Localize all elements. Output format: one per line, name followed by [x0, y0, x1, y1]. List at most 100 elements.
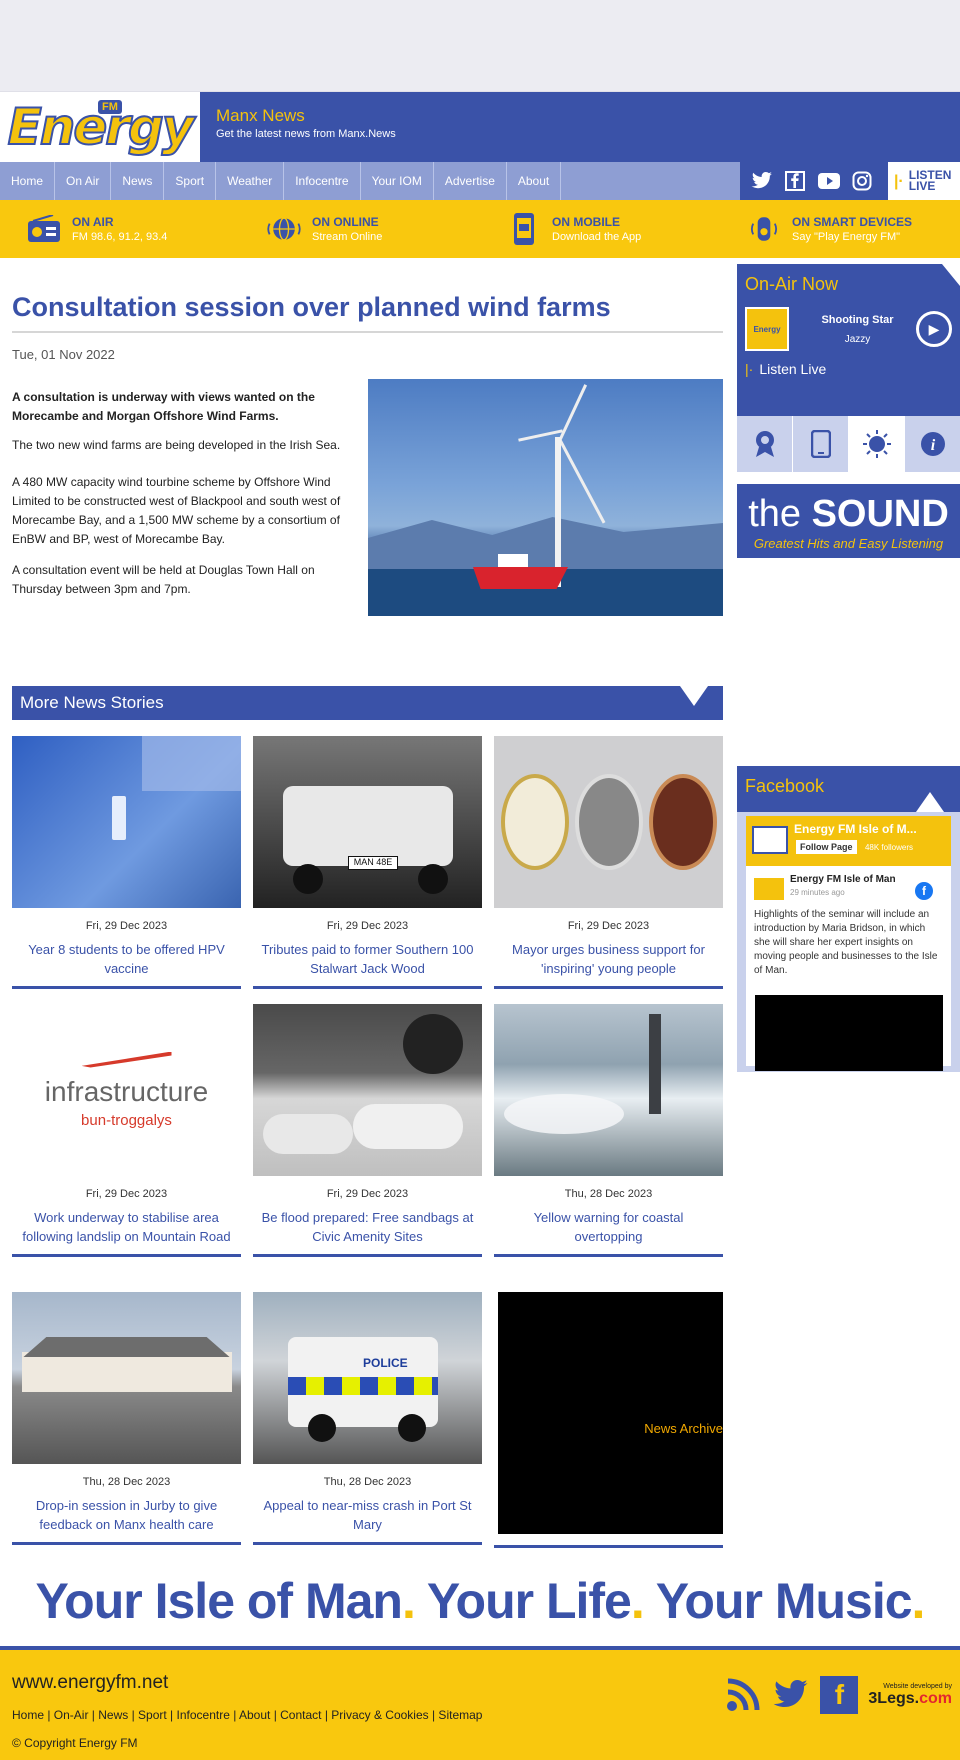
header-title: Manx News: [216, 106, 305, 125]
sound-logo-text: the SOUND: [748, 493, 949, 535]
top-blank-area: [0, 0, 960, 92]
nav-item-infocentre[interactable]: Infocentre: [284, 162, 361, 200]
site-footer: www.energyfm.net Home | On-Air | News | …: [0, 1650, 960, 1760]
news-date: Fri, 29 Dec 2023: [326, 920, 409, 932]
header-text: Manx News Get the latest news from Manx.…: [200, 92, 396, 162]
nav-item-about[interactable]: About: [507, 162, 562, 200]
news-title-link[interactable]: Yellow warning for coastal overtopping: [494, 1208, 723, 1254]
redacted-block: [498, 1292, 723, 1534]
award-badges-image: [494, 736, 723, 908]
nav-item-sport[interactable]: Sport: [164, 162, 217, 200]
listen-live-text: Listen Live: [759, 361, 827, 377]
developer-name: 3Legs.com: [868, 1689, 952, 1707]
infra-logo-word: infrastructure: [44, 1075, 209, 1107]
twitter-icon[interactable]: [750, 170, 773, 192]
health-centre-image: [12, 1292, 241, 1464]
nav-item-on-air[interactable]: On Air: [55, 162, 112, 200]
page-avatar: [752, 826, 788, 854]
wind-turbine-image: [368, 379, 723, 616]
facebook-icon[interactable]: [783, 170, 806, 192]
globe-icon: [266, 213, 302, 245]
article-paragraph: The two new wind farms are being develop…: [12, 438, 341, 452]
ribbon-icon[interactable]: [737, 416, 793, 472]
nav-item-home[interactable]: Home: [0, 162, 56, 200]
swoosh-icon: [81, 1051, 172, 1068]
facebook-logo-icon: f: [915, 882, 933, 900]
article-paragraph: A consultation event will be held at Dou…: [12, 563, 315, 596]
listen-live-button[interactable]: |· LISTEN LIVE: [887, 162, 960, 200]
news-title-link[interactable]: Year 8 students to be offered HPV vaccin…: [12, 940, 241, 986]
news-archive-link[interactable]: News Archive: [644, 1421, 723, 1436]
news-date: Thu, 28 Dec 2023: [564, 1188, 653, 1200]
listen-live-sidebar-link[interactable]: |· Listen Live: [737, 351, 960, 387]
site-header: Energy FM Manx News Get the latest news …: [0, 92, 960, 162]
station-on-online[interactable]: ON ONLINE Stream Online: [240, 213, 480, 245]
mobile-app-icon[interactable]: [793, 416, 849, 472]
article-lead: A consultation is underway with views wa…: [12, 390, 315, 423]
sandbags-image: [253, 1004, 482, 1176]
news-title-link[interactable]: Be flood prepared: Free sandbags at Civi…: [253, 1208, 482, 1254]
news-card[interactable]: Thu, 28 Dec 2023 Yellow warning for coas…: [494, 1004, 723, 1257]
play-icon[interactable]: ▶: [916, 311, 952, 347]
news-date: Fri, 29 Dec 2023: [567, 920, 650, 932]
now-playing: Energy Shooting Star Jazzy ▶: [737, 307, 960, 351]
classic-car-image: MAN 48E: [253, 736, 482, 908]
news-card[interactable]: Fri, 29 Dec 2023 Be flood prepared: Free…: [253, 1004, 482, 1257]
twitter-icon[interactable]: [772, 1676, 810, 1714]
info-icon[interactable]: i: [905, 416, 960, 472]
nav-item-your-iom[interactable]: Your IOM: [361, 162, 434, 200]
track-artist: Jazzy: [844, 333, 871, 345]
news-card[interactable]: POLICE Thu, 28 Dec 2023 Appeal to near-m…: [253, 1292, 482, 1545]
listen-bars-icon: |·: [745, 361, 754, 377]
station-on-smart-devices[interactable]: ON SMART DEVICES Say "Play Energy FM": [720, 213, 960, 245]
news-card[interactable]: infrastructure bun-troggalys Fri, 29 Dec…: [12, 1004, 241, 1257]
news-card[interactable]: Fri, 29 Dec 2023 Year 8 students to be o…: [12, 736, 241, 989]
vaccine-vial-image: [12, 736, 241, 908]
news-title-link[interactable]: Tributes paid to former Southern 100 Sta…: [253, 940, 482, 986]
follow-page-button[interactable]: Follow Page: [796, 840, 857, 854]
news-title-link[interactable]: Mayor urges business support for 'inspir…: [494, 940, 723, 986]
number-plate: MAN 48E: [348, 856, 398, 870]
youtube-icon[interactable]: [817, 170, 841, 192]
rss-icon[interactable]: [724, 1676, 762, 1714]
followers-count: 48K followers: [864, 843, 913, 852]
facebook-icon[interactable]: f: [820, 1676, 859, 1714]
news-title-link[interactable]: Appeal to near-miss crash in Port St Mar…: [253, 1496, 482, 1542]
more-news-heading: More News Stories: [12, 686, 723, 720]
weather-sun-icon[interactable]: [849, 416, 905, 472]
news-date: Thu, 28 Dec 2023: [82, 1476, 171, 1488]
news-card[interactable]: Fri, 29 Dec 2023 Mayor urges business su…: [494, 736, 723, 989]
the-sound-banner[interactable]: the SOUND Greatest Hits and Easy Listeni…: [737, 484, 960, 558]
panel-notch-icon: [942, 264, 960, 286]
news-date: Fri, 29 Dec 2023: [85, 1188, 168, 1200]
news-card[interactable]: Thu, 28 Dec 2023 Drop-in session in Jurb…: [12, 1292, 241, 1545]
header-subtitle: Get the latest news from Manx.News: [216, 128, 396, 140]
news-title-link[interactable]: Drop-in session in Jurby to give feedbac…: [12, 1496, 241, 1542]
station-title: ON MOBILE: [552, 215, 620, 229]
facebook-cover: Energy FM Isle of M... Follow Page 48K f…: [746, 816, 951, 866]
energy-fm-logo[interactable]: Energy FM: [0, 92, 200, 162]
nav-item-news[interactable]: News: [111, 162, 165, 200]
heading-notch-icon: [680, 686, 708, 706]
post-text: Highlights of the seminar will include a…: [754, 909, 938, 976]
slogan: Your Isle of Man. Your Life. Your Music.: [35, 1573, 926, 1629]
instagram-icon[interactable]: [851, 170, 874, 192]
news-title-link[interactable]: Work underway to stabilise area followin…: [12, 1208, 241, 1254]
station-subtitle: Say "Play Energy FM": [792, 231, 901, 243]
news-date: Fri, 29 Dec 2023: [85, 920, 168, 932]
station-subtitle: Stream Online: [312, 231, 383, 243]
station-on-mobile[interactable]: ON MOBILE Download the App: [480, 213, 720, 245]
album-art: Energy: [745, 307, 789, 351]
developer-credit[interactable]: Website developed by 3Legs.com: [868, 1683, 952, 1708]
news-card[interactable]: MAN 48E Fri, 29 Dec 2023 Tributes paid t…: [253, 736, 482, 989]
news-card-redacted: [494, 1292, 723, 1548]
news-date: Fri, 29 Dec 2023: [326, 1188, 409, 1200]
post-author-name[interactable]: Energy FM Isle of Man: [790, 874, 896, 886]
on-air-now-panel: On-Air Now Energy Shooting Star Jazzy ▶ …: [737, 264, 960, 416]
nav-item-weather[interactable]: Weather: [216, 162, 285, 200]
sidebar: On-Air Now Energy Shooting Star Jazzy ▶ …: [737, 258, 960, 1072]
station-on-air[interactable]: ON AIR FM 98.6, 91.2, 93.4: [0, 213, 240, 245]
social-links: |· LISTEN LIVE: [740, 162, 960, 200]
infra-logo-subtitle: bun-troggalys: [81, 1111, 172, 1129]
nav-item-advertise[interactable]: Advertise: [434, 162, 507, 200]
